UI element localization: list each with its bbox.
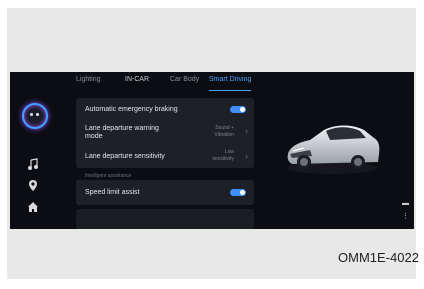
avatar-eye-left [30,113,33,116]
value-line: Vibration [214,132,234,138]
menu-icon[interactable]: ⋮ [402,212,409,220]
settings-panel: Automatic emergency braking Lane departu… [76,98,254,168]
status-icon: ▬ [402,200,409,207]
tab-lighting[interactable]: Lighting [76,76,101,83]
assistant-avatar-icon[interactable] [22,103,48,129]
tab-smart-driving[interactable]: Smart Driving [209,76,251,83]
car-image [286,125,380,174]
music-icon[interactable] [26,158,40,172]
location-icon[interactable] [26,179,40,193]
setting-row-aeb[interactable]: Automatic emergency braking [85,106,248,113]
value-line: Low [224,149,234,155]
value-line: Sound + [215,125,234,131]
setting-label-aeb: Automatic emergency braking [85,106,178,113]
setting-value-ldw-mode: Sound + Vibration [214,125,234,139]
left-sidebar [10,72,59,229]
value-line: sensitivity [212,156,234,162]
infotainment-screen: Lighting IN-CAR Car Body Smart Driving A… [10,72,414,229]
chevron-right-icon: › [245,151,248,161]
aeb-toggle[interactable] [230,106,246,113]
assistance-panel: Speed limit assist [76,180,254,205]
toggle-knob [240,107,245,112]
avatar-eye-right [36,113,39,116]
active-tab-indicator [209,90,251,91]
speed-limit-toggle[interactable] [230,189,246,196]
figure-caption: OMM1E-4022 [338,250,419,265]
tab-car-body[interactable]: Car Body [170,76,199,83]
home-icon[interactable] [26,200,40,214]
setting-row-ldw-mode[interactable]: Lane departure warning mode Sound + Vibr… [85,125,248,141]
next-setting-row[interactable] [76,209,254,229]
setting-label-speed-limit: Speed limit assist [85,189,140,196]
tab-in-car[interactable]: IN-CAR [125,76,149,83]
setting-row-speed-limit[interactable]: Speed limit assist [85,189,248,196]
setting-label-ld-sensitivity: Lane departure sensitivity [85,153,165,160]
toggle-knob [240,190,245,195]
setting-value-ld-sensitivity: Low sensitivity [212,149,234,163]
section-label-intelligent-assistance: Intelligent assistance [85,173,132,179]
chevron-right-icon: › [245,126,248,136]
